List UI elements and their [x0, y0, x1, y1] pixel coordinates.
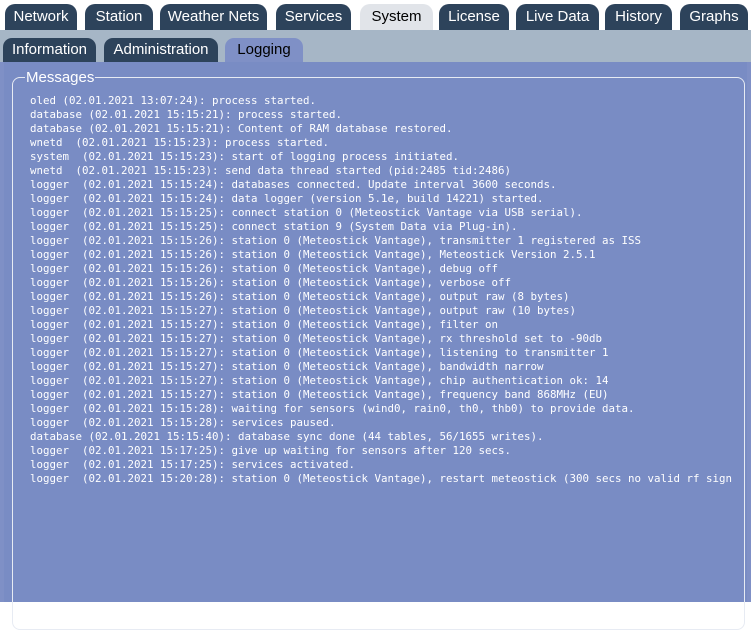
sub-tab-bar: Information Administration Logging: [0, 30, 751, 62]
log-line: logger (02.01.2021 15:15:27): station 0 …: [30, 332, 603, 345]
log-messages: oled (02.01.2021 13:07:24): process star…: [30, 94, 746, 514]
log-line: logger (02.01.2021 15:15:27): station 0 …: [30, 346, 609, 359]
tab-station[interactable]: Station: [85, 4, 153, 30]
log-line: logger (02.01.2021 15:15:26): station 0 …: [30, 290, 570, 303]
log-line: wnetd (02.01.2021 15:15:23): send data t…: [30, 164, 512, 177]
subtab-logging[interactable]: Logging: [225, 38, 303, 62]
tab-live-data[interactable]: Live Data: [516, 4, 599, 30]
log-line: logger (02.01.2021 15:15:25): connect st…: [30, 220, 518, 233]
log-line: logger (02.01.2021 15:15:26): station 0 …: [30, 234, 642, 247]
log-line: logger (02.01.2021 15:17:25): give up wa…: [30, 444, 512, 457]
log-line: logger (02.01.2021 15:15:26): station 0 …: [30, 262, 499, 275]
main-tab-bar: Network Station Weather Nets Services Sy…: [0, 0, 751, 30]
log-line: logger (02.01.2021 15:15:27): station 0 …: [30, 318, 499, 331]
log-line: logger (02.01.2021 15:15:28): services p…: [30, 416, 336, 429]
log-line: logger (02.01.2021 15:15:25): connect st…: [30, 206, 583, 219]
log-line: logger (02.01.2021 15:15:27): station 0 …: [30, 304, 577, 317]
subtab-administration[interactable]: Administration: [104, 38, 218, 62]
log-line: logger (02.01.2021 15:15:27): station 0 …: [30, 360, 544, 373]
tab-history[interactable]: History: [605, 4, 672, 30]
tab-network[interactable]: Network: [5, 4, 77, 30]
log-line: logger (02.01.2021 15:15:27): station 0 …: [30, 374, 609, 387]
log-line: database (02.01.2021 15:15:21): process …: [30, 108, 343, 121]
log-line: logger (02.01.2021 15:15:26): station 0 …: [30, 276, 512, 289]
log-line: database (02.01.2021 15:15:21): Content …: [30, 122, 453, 135]
log-line: logger (02.01.2021 15:15:26): station 0 …: [30, 248, 596, 261]
tab-license[interactable]: License: [439, 4, 509, 30]
tab-system[interactable]: System: [360, 4, 433, 30]
tab-graphs[interactable]: Graphs: [680, 4, 748, 30]
log-line: logger (02.01.2021 15:15:27): station 0 …: [30, 388, 609, 401]
content-panel: Messages oled (02.01.2021 13:07:24): pro…: [0, 62, 751, 630]
subtab-information[interactable]: Information: [3, 38, 96, 62]
log-line: logger (02.01.2021 15:17:25): services a…: [30, 458, 356, 471]
log-line: logger (02.01.2021 15:15:24): databases …: [30, 178, 557, 191]
log-line: database (02.01.2021 15:15:40): database…: [30, 430, 544, 443]
messages-legend: Messages: [26, 69, 95, 86]
log-line: logger (02.01.2021 15:15:24): data logge…: [30, 192, 544, 205]
log-line: system (02.01.2021 15:15:23): start of l…: [30, 150, 460, 163]
tab-services[interactable]: Services: [276, 4, 351, 30]
log-line: oled (02.01.2021 13:07:24): process star…: [30, 94, 317, 107]
log-line: logger (02.01.2021 15:15:28): waiting fo…: [30, 402, 635, 415]
log-line: logger (02.01.2021 15:20:28): station 0 …: [30, 472, 733, 485]
tab-weather-nets[interactable]: Weather Nets: [160, 4, 267, 30]
log-line: wnetd (02.01.2021 15:15:23): process sta…: [30, 136, 330, 149]
